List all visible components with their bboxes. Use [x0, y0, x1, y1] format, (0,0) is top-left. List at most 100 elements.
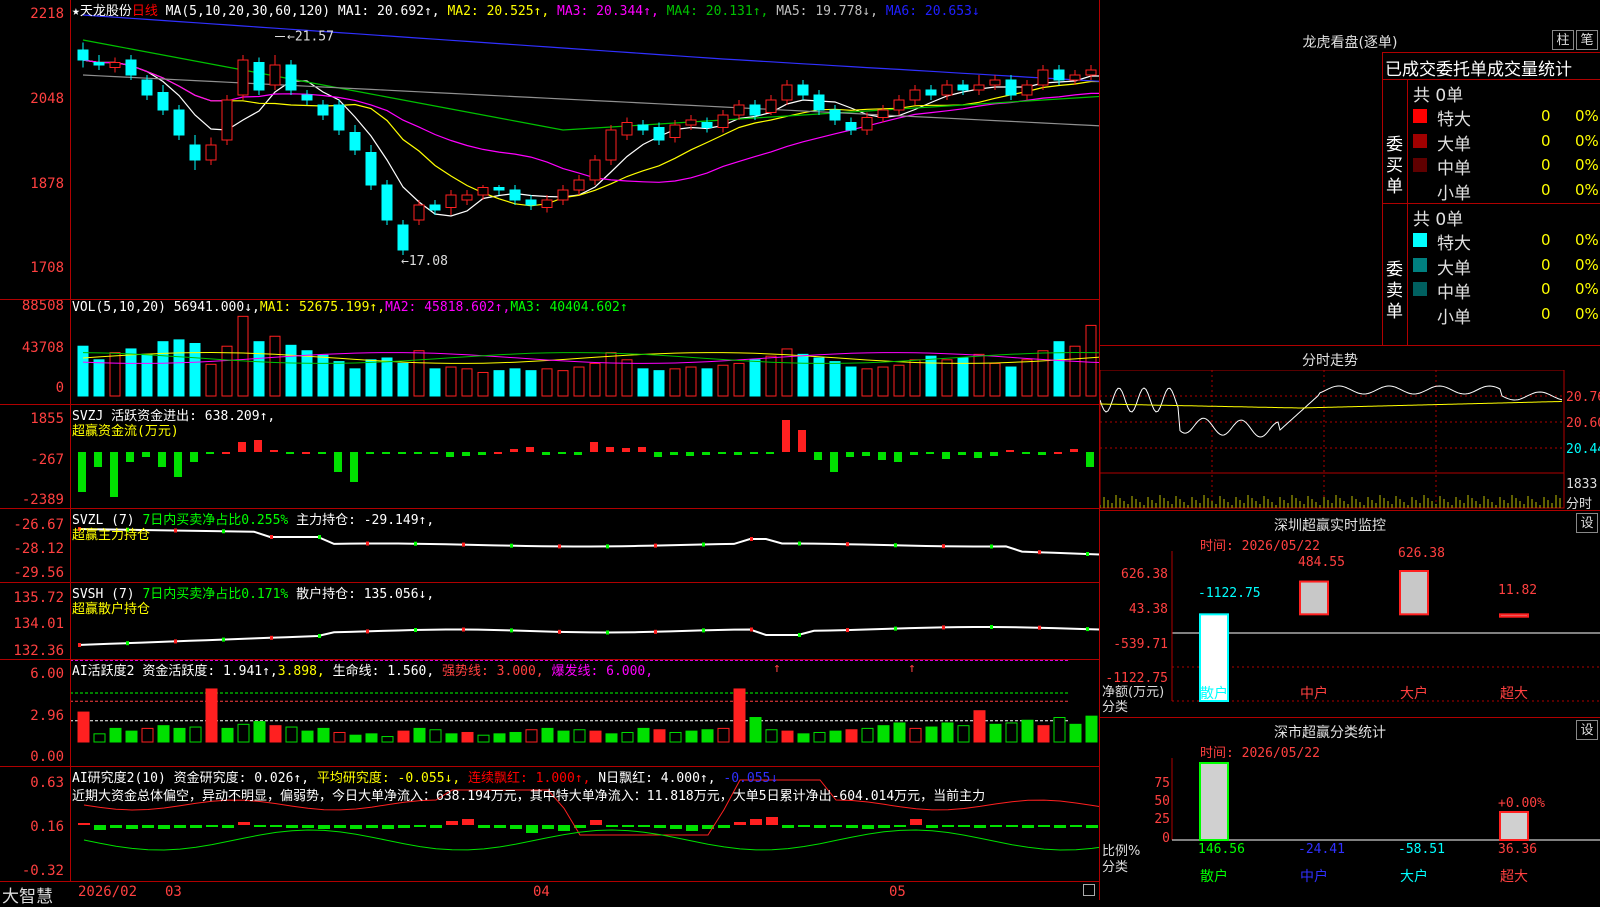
volume-bar [877, 366, 889, 397]
candle [637, 124, 649, 131]
tick-mark [606, 544, 609, 549]
ai-active-header: AI活跃度2 资金活跃度: 1.941↑,3.898, 生命线: 1.560, … [72, 660, 653, 679]
svzl-ylabel-3: -29.56 [13, 565, 64, 581]
up-arrow-2: ↑ [908, 661, 916, 676]
ai-active-bar [285, 726, 298, 743]
ai-research-bar [382, 825, 394, 829]
candle [365, 152, 377, 186]
ai-research-bar [606, 825, 618, 827]
ai-research-panel[interactable]: AI研究度2(10) 资金研究度: 0.026↑, 平均研究度: -0.055↓… [0, 767, 1100, 882]
x-date-4: 05 [889, 884, 906, 900]
volume-bar [413, 350, 425, 397]
volume-bar [525, 370, 537, 397]
svzj-ylabel-2: -267 [30, 452, 64, 468]
monitor-panel[interactable]: 深圳超赢实时监控 设 时间: 2026/05/22 626.38 43.38 -… [1100, 510, 1600, 717]
candle [845, 122, 857, 131]
volume-bar [77, 345, 89, 397]
ai-research-bar [846, 825, 858, 828]
vol-panel[interactable]: VOL(5,10,20) 56941.000↓,MA1: 52675.199↑,… [0, 298, 1100, 404]
stock-name[interactable]: ★天龙股份 [72, 4, 132, 19]
ai-active-label4: 强势线: 3.000, [442, 664, 544, 679]
candle [605, 129, 617, 161]
volume-bar [93, 359, 105, 397]
buy-row-color-3 [1413, 158, 1427, 172]
tick-mark [798, 541, 801, 546]
vol-ma1: MA1: 52675.199↑, [259, 300, 386, 315]
svzj-bar [670, 452, 678, 455]
svzj-panel[interactable]: SVZJ 活跃资金进出: 638.209↑, 超赢资金流(万元) 1855 -2… [0, 405, 1100, 508]
monitor-value-4: 11.82 [1498, 583, 1538, 598]
ai-research-bar [782, 825, 794, 828]
stats-panel[interactable]: 深市超赢分类统计 设 时间: 2026/05/22 75 50 25 0 比例%… [1100, 717, 1600, 900]
svzl-panel[interactable]: SVZL (7) 7日内买卖净占比0.255% 主力持仓: -29.149↑, … [0, 509, 1100, 582]
svzj-bar [78, 452, 86, 492]
ai-research-bar [734, 822, 746, 825]
tick-mark [1086, 627, 1089, 632]
candle [685, 119, 697, 126]
price-panel[interactable]: ←21.57 ←17.08 ★天龙股份日线 MA(5,10,20,30,60,12… [0, 0, 1100, 276]
svsh-panel[interactable]: SVSH (7) 7日内买卖净占比0.171% 散户持仓: 135.056↓, … [0, 583, 1100, 659]
ai-research-bar [270, 825, 282, 827]
candle [957, 84, 969, 91]
ai-active-bar [749, 717, 762, 743]
ai-active-bar [317, 727, 330, 743]
brand-label[interactable]: 大智慧 [2, 882, 53, 907]
vol-chart [77, 315, 1100, 397]
svzl-ylabel-1: -26.67 [13, 517, 64, 533]
ai-research-bar [638, 825, 650, 827]
svzl-label: 主力持仓: -29.149↑, [296, 513, 435, 528]
ai-active-bar [141, 727, 154, 743]
buy-row-color-4 [1413, 182, 1427, 197]
volume-bar [493, 370, 505, 397]
period-label[interactable]: 日线 [132, 4, 158, 19]
intraday-chart [1100, 370, 1565, 509]
lock-icon[interactable] [1083, 884, 1095, 896]
ai-active-ylabel-1: 6.00 [30, 666, 64, 682]
vol-ylabel-3: 0 [55, 380, 64, 396]
longhu-title: 龙虎看盘(逐单) [1302, 35, 1398, 51]
ai-active-bar [253, 721, 266, 743]
sell-row-count-1: 0 [1541, 231, 1551, 249]
svzj-bar [302, 452, 310, 454]
candle [109, 62, 121, 68]
ai-research-bar [878, 825, 890, 828]
candle [573, 179, 585, 191]
svzj-bar [174, 452, 182, 477]
svzj-bar [574, 452, 582, 455]
monitor-settings-button[interactable]: 设 [1576, 513, 1598, 533]
ai-research-bar [190, 825, 202, 828]
bar-mode-button[interactable]: 柱 [1552, 30, 1574, 50]
ai-research-bar [462, 819, 474, 825]
volume-bar [477, 371, 489, 397]
volume-bar [941, 359, 953, 397]
ai-active-panel[interactable]: ↑ ↑ AI活跃度2 资金活跃度: 1.941↑,3.898, 生命线: 1.56… [0, 660, 1100, 766]
stats-settings-button[interactable]: 设 [1576, 720, 1598, 740]
ai-research-bar [894, 825, 906, 827]
ma-value-3: MA3: 20.344↑, [557, 4, 659, 19]
ai-active-prefix: AI活跃度2 [72, 664, 135, 679]
tick-mode-button[interactable]: 笔 [1576, 30, 1598, 50]
ai-active-bar [157, 725, 170, 743]
candle [93, 62, 105, 66]
ai-active-bar [557, 730, 570, 743]
svzj-bar [94, 452, 102, 467]
ai-active-bar [1085, 715, 1098, 743]
volume-bar [269, 335, 281, 397]
svzj-bar [942, 452, 950, 459]
candle [205, 144, 217, 161]
sell-row-pct-1: 0% [1575, 231, 1599, 249]
sell-row-color-3 [1413, 282, 1427, 296]
tick-mark [558, 629, 561, 634]
intraday-panel[interactable]: 分时走势 20.76 20.60 20.44 1833 分时 [1100, 345, 1600, 512]
tick-mark [750, 537, 753, 541]
volume-bar [349, 368, 361, 397]
candle [333, 104, 345, 131]
candle [125, 59, 137, 76]
low-marker: ←17.08 [401, 254, 448, 269]
separator [1383, 79, 1600, 80]
buy-row-count-3: 0 [1541, 156, 1551, 174]
ai-active-bar [349, 734, 362, 743]
tick-mark [1038, 625, 1041, 630]
svsh-label: 散户持仓: 135.056↓, [296, 587, 435, 602]
svzj-bar [830, 452, 838, 472]
